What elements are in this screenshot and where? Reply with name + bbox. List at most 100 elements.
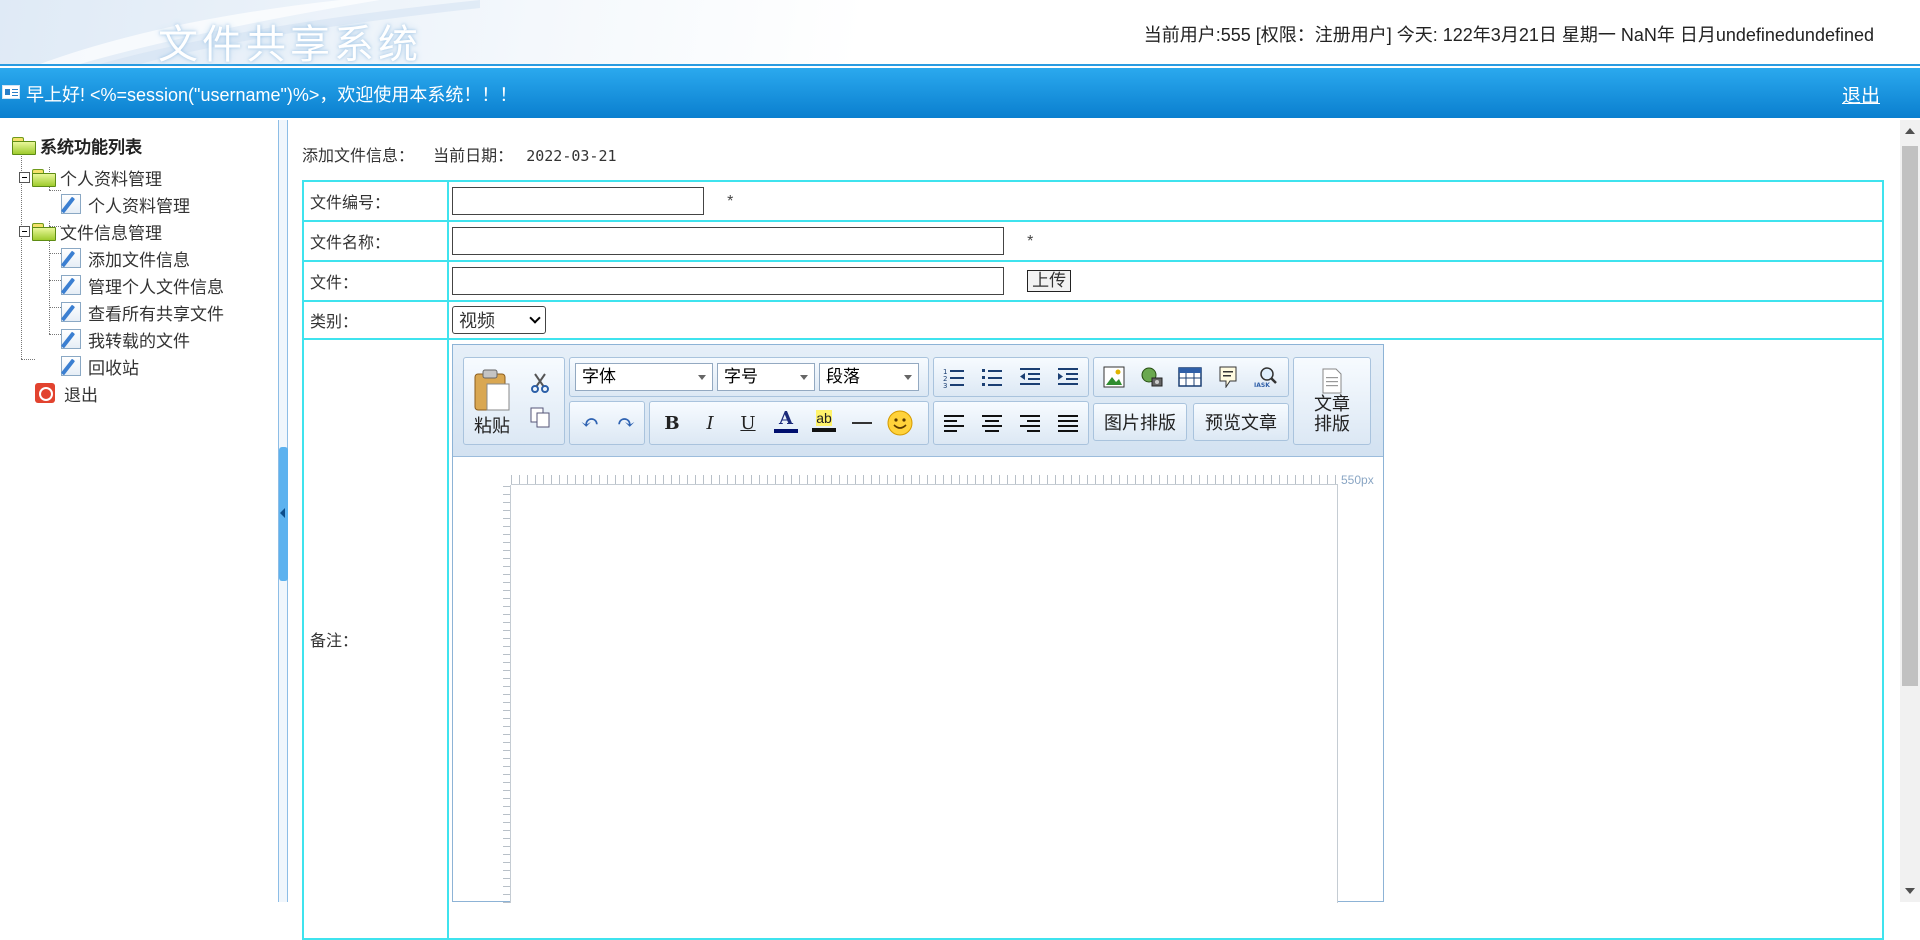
clipboard-icon [474,369,510,411]
emoticon-button[interactable] [883,406,917,440]
sidebar-item-recycle-bin[interactable]: 回收站 [61,353,139,379]
category-label: 类别： [302,300,449,340]
paste-button[interactable]: 粘贴 [469,363,515,443]
paragraph-dropdown[interactable]: 段落 [819,363,919,391]
folder-open-icon [32,222,56,241]
sidebar-item-reposted[interactable]: 我转载的文件 [61,326,190,352]
sidebar-item-label: 个人资料管理 [88,196,190,217]
undo-icon: ↶ [580,410,600,436]
horizontal-ruler [511,475,1338,485]
sidebar-item-add-file[interactable]: 添加文件信息 [61,245,190,271]
current-user-info: 当前用户:555 [权限：注册用户] 今天: 122年3月21日 星期一 NaN… [1143,25,1874,45]
align-center-icon [982,415,1002,432]
search-icon: IASK [1254,367,1277,388]
sidebar-item-label: 添加文件信息 [88,250,190,271]
tree-group-files[interactable]: 文件信息管理 [19,218,162,244]
date-label: 当前日期： [433,146,514,165]
copy-button[interactable] [523,401,557,433]
align-center-button[interactable] [975,406,1009,440]
edit-doc-icon [61,275,81,295]
file-no-label: 文件编号： [302,180,449,222]
id-card-icon [2,85,20,99]
file-no-input[interactable] [452,187,704,215]
power-icon [35,383,55,403]
font-color-icon: A [779,408,793,429]
date-value: 2022-03-21 [526,147,617,165]
collapse-icon[interactable] [19,225,30,237]
file-name-label: 文件名称： [302,220,449,262]
font-family-dropdown[interactable]: 字体 [575,363,713,391]
scroll-up-arrow-icon[interactable] [1905,128,1915,134]
image-icon [1103,366,1125,388]
collapse-sidebar-button[interactable] [279,447,288,581]
page-width-label: 550px [1341,473,1374,487]
indent-button[interactable] [1051,360,1085,394]
edit-doc-icon [61,356,81,376]
insert-image-button[interactable] [1097,360,1131,394]
cut-button[interactable] [523,367,557,399]
scroll-thumb[interactable] [1902,146,1918,686]
highlight-icon: ab [816,410,832,426]
tree-group-profile[interactable]: 个人资料管理 [19,164,162,190]
sidebar-item-label: 查看所有共享文件 [88,304,224,325]
greeting-text: 早上好! <%=session("username")%>，欢迎使用本系统！！！ [26,85,518,105]
image-layout-button[interactable]: 图片排版 [1093,403,1187,441]
align-justify-button[interactable] [1051,406,1085,440]
unordered-list-icon [982,369,1002,386]
table-icon [1178,367,1202,387]
upload-button[interactable]: 上传 [1027,270,1072,292]
smiley-icon [887,410,913,436]
font-color-button[interactable]: A [769,404,803,438]
tree-root-label: 系统功能列表 [40,137,142,158]
file-path-input[interactable] [452,267,1004,295]
italic-button[interactable]: I [693,406,727,440]
article-layout-button[interactable]: 文章 排版 [1299,361,1365,441]
editor-toolbar: 粘贴 字体 字号 段落 ↶ ↷ B I U A ab 1 2 3 IASK 图片… [453,345,1383,457]
category-select[interactable]: 视频 [452,306,546,334]
collapse-icon[interactable] [19,171,30,183]
outdent-button[interactable] [1013,360,1047,394]
insert-note-button[interactable] [1211,360,1245,394]
article-layout-label-2: 排版 [1314,414,1350,434]
redo-button[interactable]: ↷ [609,406,643,440]
article-layout-label-1: 文章 [1314,394,1350,414]
folder-open-icon [12,136,36,155]
edit-doc-icon [61,329,81,349]
file-name-input[interactable] [452,227,1004,255]
sidebar-item-exit[interactable]: 退出 [35,380,98,406]
redo-icon: ↷ [616,410,636,436]
highlight-button[interactable]: ab [807,404,841,438]
bold-button[interactable]: B [655,406,689,440]
sidebar-item-manage-files[interactable]: 管理个人文件信息 [61,272,224,298]
logout-link[interactable]: 退出 [1842,81,1880,108]
sidebar-item-profile[interactable]: 个人资料管理 [61,191,190,217]
sidebar: 系统功能列表 个人资料管理 个人资料管理 文件信息管理 添加文件信息 管理个人文… [0,120,278,902]
page-title-label: 添加文件信息： [302,146,415,165]
ordered-list-button[interactable]: 1 2 3 [937,360,971,394]
italic-icon: I [706,412,714,434]
vertical-ruler [503,485,511,903]
align-left-icon [944,415,964,432]
horizontal-rule-button[interactable] [845,406,879,440]
required-mark: * [727,192,734,210]
scroll-down-arrow-icon[interactable] [1905,888,1915,894]
editor-content-area[interactable] [511,485,1338,903]
insert-media-button[interactable] [1135,360,1169,394]
tree-root[interactable]: 系统功能列表 [12,132,142,158]
underline-button[interactable]: U [731,406,765,440]
insert-table-button[interactable] [1173,360,1207,394]
app-logo: 文件共享系统 [158,22,422,68]
unordered-list-button[interactable] [975,360,1009,394]
outdent-icon [1020,368,1040,385]
align-right-button[interactable] [1013,406,1047,440]
underline-icon: U [740,412,756,434]
undo-button[interactable]: ↶ [573,406,607,440]
preview-article-button[interactable]: 预览文章 [1193,403,1289,441]
sidebar-item-shared-files[interactable]: 查看所有共享文件 [61,299,224,325]
font-size-dropdown[interactable]: 字号 [717,363,815,391]
find-replace-button[interactable]: IASK [1249,360,1283,394]
svg-text:IASK: IASK [1254,382,1270,388]
font-color-swatch [774,429,798,433]
edit-doc-icon [61,194,81,214]
align-left-button[interactable] [937,406,971,440]
